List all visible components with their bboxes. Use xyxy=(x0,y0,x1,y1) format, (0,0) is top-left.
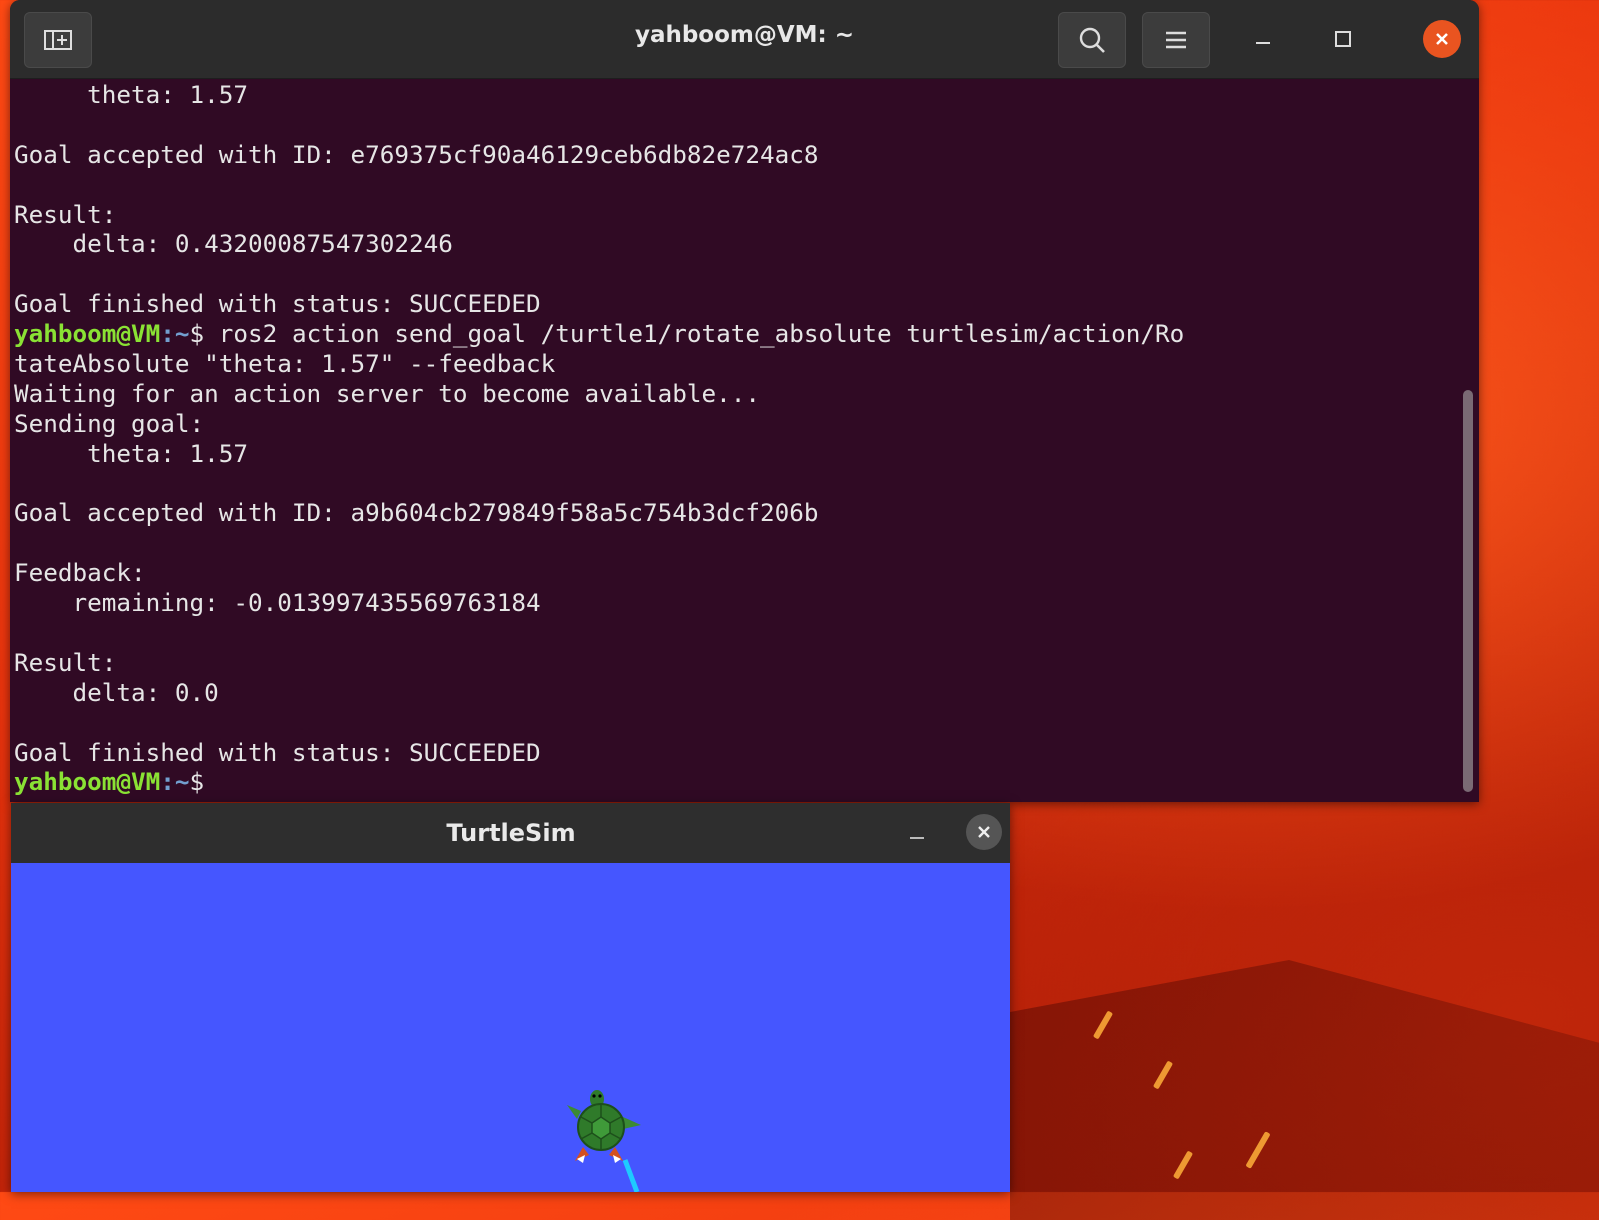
terminal-line: Goal accepted with ID: a9b604cb279849f58… xyxy=(14,498,1454,528)
terminal-scrollbar[interactable] xyxy=(1463,390,1473,792)
command-text: $ ros2 action send_goal /turtle1/rotate_… xyxy=(189,319,1185,349)
hamburger-menu-icon xyxy=(1166,31,1186,49)
output-text: tateAbsolute "theta: 1.57" --feedback xyxy=(14,349,556,379)
terminal-line: theta: 1.57 xyxy=(14,439,1454,469)
terminal-line: Waiting for an action server to become a… xyxy=(14,379,1454,409)
turtlesim-header-bar[interactable]: TurtleSim xyxy=(11,803,1010,863)
turtlesim-canvas xyxy=(11,863,1010,1192)
output-text: remaining: -0.013997435569763184 xyxy=(14,588,541,618)
search-button[interactable] xyxy=(1058,12,1126,68)
output-text: Result: xyxy=(14,647,117,677)
output-text: Waiting for an action server to become a… xyxy=(14,378,761,408)
terminal-window[interactable]: yahboom@VM: ~ theta: 1.57 Goal accepted … xyxy=(10,0,1479,802)
output-text: delta: 0.43200087547302246 xyxy=(14,229,453,259)
output-text: Goal accepted with ID: e769375cf90a46129… xyxy=(14,139,819,169)
turtlesim-minimize-button[interactable] xyxy=(898,815,936,853)
terminal-line: yahboom@VM:~$ xyxy=(14,767,1454,797)
terminal-line: remaining: -0.013997435569763184 xyxy=(14,588,1454,618)
terminal-line: Result: xyxy=(14,200,1454,230)
output-text: Result: xyxy=(14,199,117,229)
close-icon xyxy=(978,826,990,838)
prompt-path: :~ xyxy=(160,767,190,797)
output-text: theta: 1.57 xyxy=(14,80,249,109)
terminal-line: theta: 1.57 xyxy=(14,80,1454,110)
terminal-line: delta: 0.43200087547302246 xyxy=(14,229,1454,259)
output-text: Goal finished with status: SUCCEEDED xyxy=(14,737,541,767)
search-icon xyxy=(1079,27,1105,53)
minimize-icon xyxy=(910,837,924,839)
maximize-button[interactable] xyxy=(1324,20,1362,58)
prompt-user: yahboom@VM xyxy=(14,319,161,349)
terminal-line: tateAbsolute "theta: 1.57" --feedback xyxy=(14,349,1454,379)
turtlesim-window[interactable]: TurtleSim xyxy=(11,803,1010,1192)
maximize-icon xyxy=(1335,31,1351,47)
menu-button[interactable] xyxy=(1142,12,1210,68)
close-icon xyxy=(1436,33,1448,45)
prompt-path: :~ xyxy=(160,319,190,349)
close-button[interactable] xyxy=(1423,20,1461,58)
terminal-line: Goal finished with status: SUCCEEDED xyxy=(14,738,1454,768)
output-text: Goal accepted with ID: a9b604cb279849f58… xyxy=(14,498,819,528)
terminal-line: delta: 0.0 xyxy=(14,678,1454,708)
prompt-user: yahboom@VM xyxy=(14,767,161,797)
turtlesim-title: TurtleSim xyxy=(446,819,576,847)
command-text: $ xyxy=(189,767,219,797)
desktop-wallpaper-shape xyxy=(1010,960,1599,1220)
output-text: Goal finished with status: SUCCEEDED xyxy=(14,289,541,319)
output-text: Sending goal: xyxy=(14,408,205,438)
terminal-line: Feedback: xyxy=(14,558,1454,588)
turtlesim-close-button[interactable] xyxy=(966,814,1002,850)
terminal-line: Sending goal: xyxy=(14,409,1454,439)
turtle-icon xyxy=(567,1090,641,1192)
terminal-line: Result: xyxy=(14,648,1454,678)
terminal-line: Goal accepted with ID: e769375cf90a46129… xyxy=(14,140,1454,170)
terminal-line: Goal finished with status: SUCCEEDED xyxy=(14,289,1454,319)
output-text: delta: 0.0 xyxy=(14,677,219,707)
minimize-button[interactable] xyxy=(1244,20,1282,58)
output-text: Feedback: xyxy=(14,558,146,588)
terminal-header-bar[interactable]: yahboom@VM: ~ xyxy=(10,0,1479,79)
terminal-output[interactable]: theta: 1.57 Goal accepted with ID: e76937… xyxy=(14,80,1454,800)
output-text: theta: 1.57 xyxy=(14,438,249,468)
minimize-icon xyxy=(1256,42,1270,44)
terminal-line: yahboom@VM:~$ ros2 action send_goal /tur… xyxy=(14,319,1454,349)
